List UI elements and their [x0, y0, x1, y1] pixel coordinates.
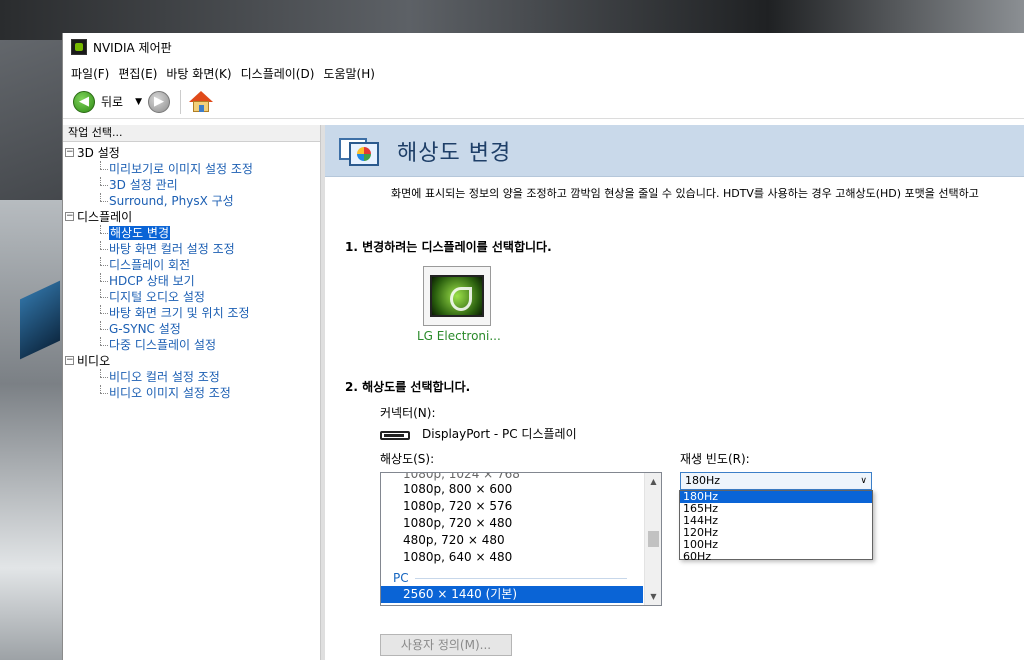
nvidia-app-icon: [71, 39, 87, 55]
tree-item-hdcp-status[interactable]: HDCP 상태 보기: [63, 273, 320, 289]
tree-item-video-color[interactable]: 비디오 컬러 설정 조정: [63, 369, 320, 385]
connector-value: DisplayPort - PC 디스플레이: [422, 427, 577, 441]
collapse-icon[interactable]: −: [65, 212, 74, 221]
tree-item-multi-display[interactable]: 다중 디스플레이 설정: [63, 337, 320, 353]
menu-desktop[interactable]: 바탕 화면(K): [162, 65, 235, 82]
refresh-rate-options: 180Hz 165Hz 144Hz 120Hz 100Hz 60Hz: [679, 490, 873, 563]
task-tree: − 3D 설정 미리보기로 이미지 설정 조정 3D 설정 관리 Surroun…: [63, 142, 320, 401]
menu-edit[interactable]: 편집(E): [114, 65, 161, 82]
section-select-resolution: 2. 해상도를 선택합니다.: [345, 380, 471, 394]
back-button-label[interactable]: 뒤로: [101, 93, 123, 110]
displayport-icon: [380, 431, 410, 440]
task-pane-header: 작업 선택...: [63, 125, 320, 142]
page-description: 화면에 표시되는 정보의 양을 조정하고 깜박임 현상을 줄일 수 있습니다. …: [391, 187, 979, 200]
display-thumbnail[interactable]: [423, 266, 491, 326]
resolution-item[interactable]: 1080p, 800 × 600: [381, 481, 661, 498]
scroll-down-icon[interactable]: ▼: [645, 588, 661, 605]
tree-category-display[interactable]: − 디스플레이: [63, 209, 320, 225]
refresh-rate-label: 재생 빈도(R):: [680, 452, 750, 466]
section-select-display: 1. 변경하려는 디스플레이를 선택합니다.: [345, 240, 552, 254]
menu-help[interactable]: 도움말(H): [319, 65, 379, 82]
tree-item-digital-audio[interactable]: 디지털 오디오 설정: [63, 289, 320, 305]
home-icon[interactable]: [189, 90, 214, 113]
tree-item-manage-3d-settings[interactable]: 3D 설정 관리: [63, 177, 320, 193]
toolbar-divider: [180, 89, 182, 114]
resolution-group-pc: PC: [381, 566, 661, 586]
display-resolution-icon: [339, 134, 381, 168]
tree-category-video[interactable]: − 비디오: [63, 353, 320, 369]
connector-label: 커넥터(N):: [380, 406, 436, 420]
resolution-listbox[interactable]: 1080p, 1024 × 768 1080p, 800 × 600 1080p…: [380, 472, 662, 606]
chevron-down-icon[interactable]: ∨: [860, 473, 867, 489]
tree-item-desktop-size-position[interactable]: 바탕 화면 크기 및 위치 조정: [63, 305, 320, 321]
resolution-item[interactable]: 1080p, 720 × 480: [381, 515, 661, 532]
resolution-item-partial[interactable]: 1080p, 1024 × 768: [381, 473, 661, 481]
collapse-icon[interactable]: −: [65, 148, 74, 157]
scroll-up-icon[interactable]: ▲: [645, 473, 661, 490]
back-arrow-icon[interactable]: ◀: [73, 90, 95, 113]
resolution-item-selected[interactable]: 2560 × 1440 (기본): [381, 586, 643, 603]
menu-file[interactable]: 파일(F): [67, 65, 113, 82]
collapse-icon[interactable]: −: [65, 356, 74, 365]
task-tree-pane: 작업 선택... − 3D 설정 미리보기로 이미지 설정 조정 3D 설정 관…: [63, 125, 321, 660]
resolution-scrollbar[interactable]: ▲ ▼: [644, 473, 661, 605]
resolution-label: 해상도(S):: [380, 452, 435, 466]
nvidia-control-panel-window: NVIDIA 제어판 파일(F) 편집(E) 바탕 화면(K) 디스플레이(D)…: [62, 33, 1024, 660]
refresh-option[interactable]: 60Hz: [680, 551, 872, 563]
tree-item-rotate-display[interactable]: 디스플레이 회전: [63, 257, 320, 273]
tree-item-surround-physx[interactable]: Surround, PhysX 구성: [63, 193, 320, 209]
resolution-item[interactable]: 480p, 720 × 480: [381, 532, 661, 549]
resolution-page: 해상도 변경 화면에 표시되는 정보의 양을 조정하고 깜박임 현상을 줄일 수…: [325, 125, 1024, 660]
refresh-rate-select[interactable]: 180Hz ∨: [680, 472, 872, 490]
display-name[interactable]: LG Electroni...: [417, 329, 501, 343]
tree-item-preview-image-settings[interactable]: 미리보기로 이미지 설정 조정: [63, 161, 320, 177]
menu-bar: 파일(F) 편집(E) 바탕 화면(K) 디스플레이(D) 도움말(H): [63, 61, 1024, 85]
toolbar: ◀ 뒤로 ▼ ▶: [63, 85, 1024, 119]
tree-category-3d-settings[interactable]: − 3D 설정: [63, 145, 320, 161]
tree-item-desktop-color[interactable]: 바탕 화면 컬러 설정 조정: [63, 241, 320, 257]
history-dropdown-icon[interactable]: ▼: [135, 97, 142, 107]
custom-resolution-button[interactable]: 사용자 정의(M)...: [380, 634, 512, 656]
forward-arrow-icon[interactable]: ▶: [148, 90, 171, 113]
window-title: NVIDIA 제어판: [93, 40, 172, 55]
tree-item-gsync[interactable]: G-SYNC 설정: [63, 321, 320, 337]
resolution-item[interactable]: 1080p, 640 × 480: [381, 549, 661, 566]
tree-item-video-image[interactable]: 비디오 이미지 설정 조정: [63, 385, 320, 401]
page-banner: 해상도 변경: [325, 125, 1024, 177]
scroll-thumb[interactable]: [648, 531, 659, 547]
tree-item-change-resolution[interactable]: 해상도 변경: [63, 225, 320, 241]
monitor-icon: [430, 275, 484, 317]
page-title: 해상도 변경: [397, 140, 512, 166]
title-bar[interactable]: NVIDIA 제어판: [63, 33, 1024, 61]
menu-display[interactable]: 디스플레이(D): [237, 65, 319, 82]
resolution-item[interactable]: 1080p, 720 × 576: [381, 498, 661, 515]
